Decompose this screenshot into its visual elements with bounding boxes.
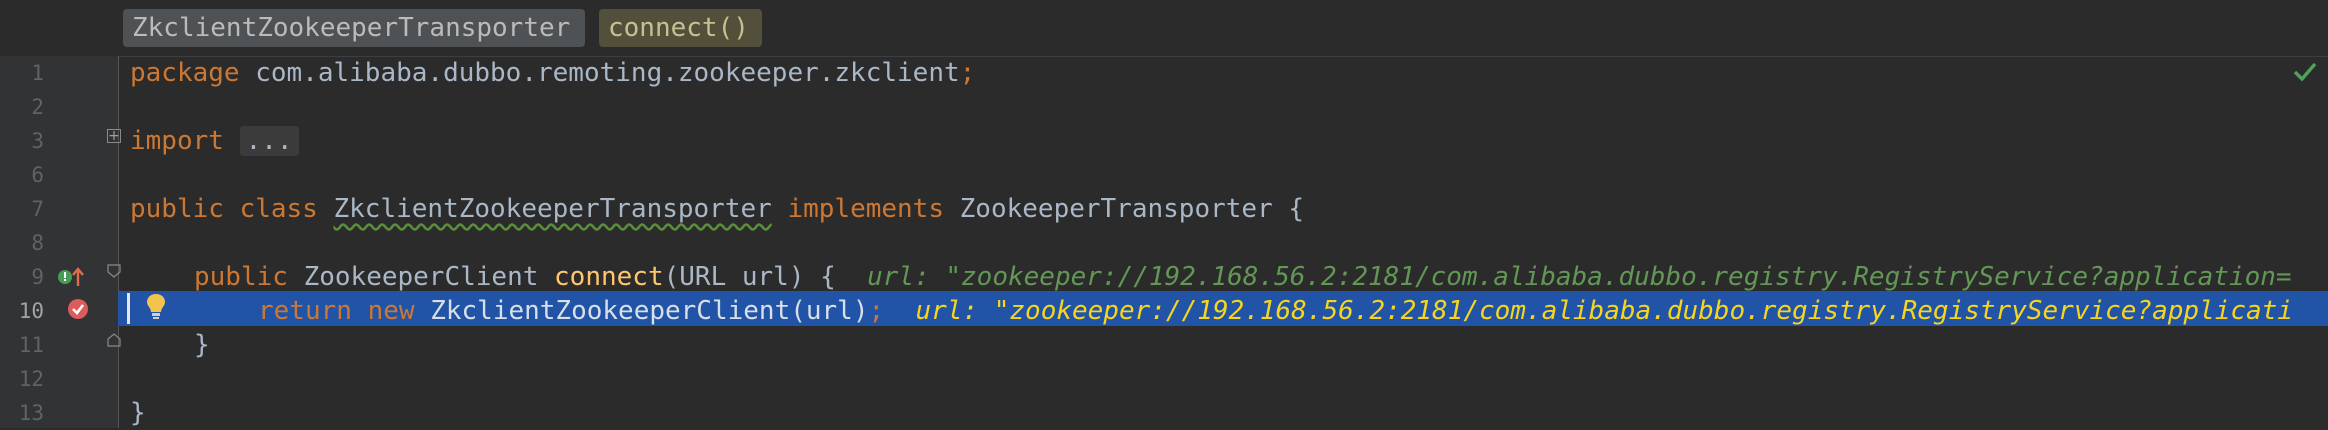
code-line-13: } bbox=[130, 396, 146, 430]
return-type: ZookeeperClient bbox=[287, 262, 555, 292]
keyword: implements bbox=[787, 194, 944, 224]
method-name: connect bbox=[554, 262, 664, 292]
line-number: 3 bbox=[31, 129, 44, 153]
line-number: 7 bbox=[31, 197, 44, 221]
inline-debug-value: url: "zookeeper://192.168.56.2:2181/com.… bbox=[915, 296, 2293, 326]
editor-gutter[interactable]: 1 2 3 6 7 8 9 10 11 12 13 bbox=[0, 56, 119, 428]
line-number: 9 bbox=[31, 265, 44, 289]
class-name: ZkclientZookeeperTransporter bbox=[333, 194, 772, 224]
code-line-9: public ZookeeperClient connect(URL url) … bbox=[194, 260, 2292, 294]
semicolon: ; bbox=[868, 296, 885, 326]
code-line-1: package com.alibaba.dubbo.remoting.zooke… bbox=[130, 56, 975, 90]
keyword: package bbox=[130, 58, 240, 88]
line-number: 10 bbox=[18, 299, 44, 323]
keyword: public bbox=[194, 262, 288, 292]
folded-imports[interactable]: ... bbox=[239, 126, 299, 156]
closing-brace: } bbox=[130, 398, 146, 428]
code-line-10: return new ZkclientZookeeperClient(url);… bbox=[258, 294, 2293, 328]
closing-brace: } bbox=[194, 330, 210, 360]
inline-debug-value: url: "zookeeper://192.168.56.2:2181/com.… bbox=[867, 262, 2292, 292]
breakpoint-icon[interactable] bbox=[66, 297, 90, 321]
line-number: 1 bbox=[31, 61, 44, 85]
line-number: 12 bbox=[18, 367, 44, 391]
line-number: 11 bbox=[18, 333, 44, 357]
code-line-3: import ... bbox=[130, 124, 299, 158]
method-params: (URL url) { bbox=[663, 262, 836, 292]
package-name: com.alibaba.dubbo.remoting.zookeeper.zkc… bbox=[239, 58, 960, 88]
line-number: 13 bbox=[18, 401, 44, 425]
line-number: 8 bbox=[31, 231, 44, 255]
no-problems-check-icon[interactable] bbox=[2292, 59, 2318, 85]
constructor-call: ZkclientZookeeperClient(url) bbox=[414, 296, 869, 326]
semicolon: ; bbox=[959, 58, 976, 88]
keyword: import bbox=[130, 126, 224, 156]
line-number: 6 bbox=[31, 163, 44, 187]
code-line-11: } bbox=[194, 328, 210, 362]
keyword: public class bbox=[130, 194, 318, 224]
keyword: return new bbox=[258, 296, 415, 326]
breadcrumb-method[interactable]: connect() bbox=[599, 9, 762, 47]
interface-name: ZookeeperTransporter { bbox=[944, 194, 1305, 224]
implements-method-icon[interactable] bbox=[56, 264, 86, 290]
code-line-7: public class ZkclientZookeeperTransporte… bbox=[130, 192, 1304, 226]
line-number: 2 bbox=[31, 95, 44, 119]
breadcrumb-class[interactable]: ZkclientZookeeperTransporter bbox=[123, 9, 585, 47]
breadcrumb: ZkclientZookeeperTransporter connect() bbox=[0, 0, 2328, 57]
code-editor[interactable]: package com.alibaba.dubbo.remoting.zooke… bbox=[118, 56, 2328, 428]
